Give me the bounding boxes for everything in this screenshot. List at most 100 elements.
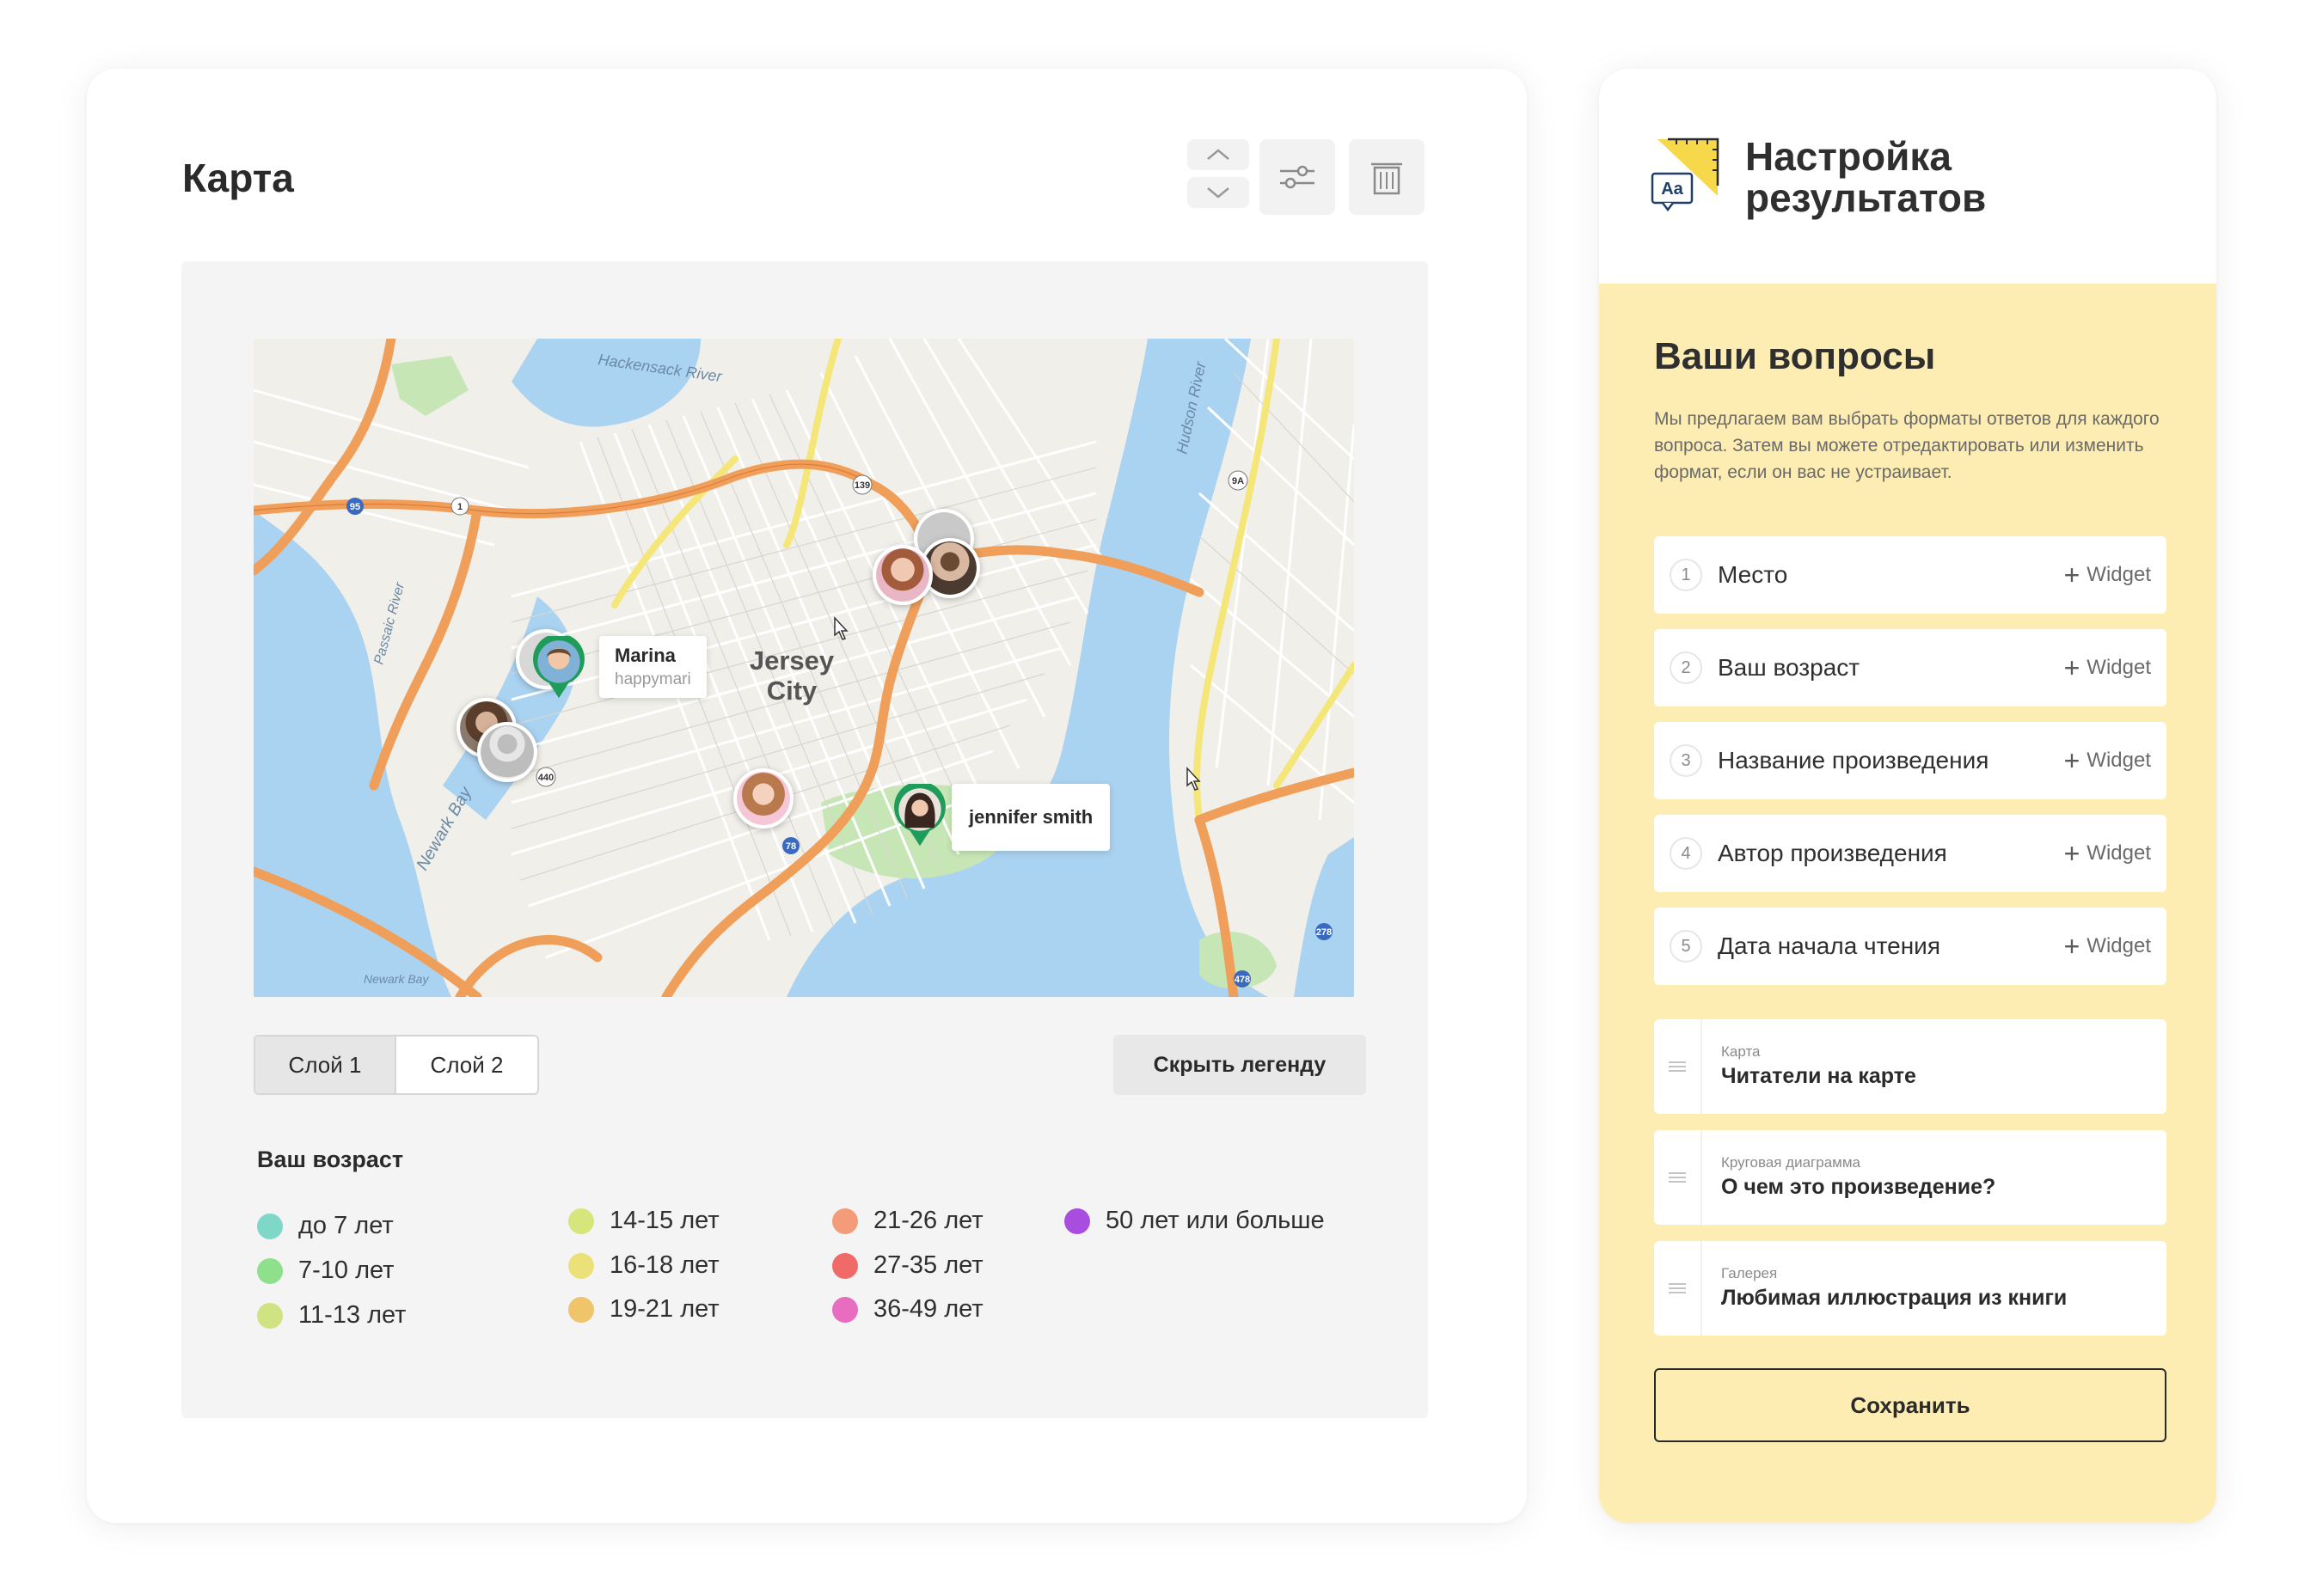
card-title: Карта (182, 156, 294, 200)
question-number: 2 (1670, 651, 1702, 684)
question-number: 4 (1670, 837, 1702, 870)
chevron-up-icon (1207, 149, 1229, 160)
legend-item: 19-21 лет (568, 1295, 720, 1324)
hide-legend-button[interactable]: Скрыть легенду (1113, 1035, 1366, 1095)
plus-icon: + (2063, 745, 2080, 776)
map-view[interactable]: Hackensack River Hudson River Passaic Ri… (254, 339, 1354, 997)
legend-title: Ваш возраст (257, 1147, 404, 1172)
trash-icon (1371, 162, 1402, 195)
question-item[interactable]: 3 Название произведения + Widget (1654, 722, 2166, 799)
legend-item: 36-49 лет (832, 1295, 983, 1324)
pin-label-marina: Marina happymari (599, 636, 707, 698)
drag-handle-icon (1669, 1283, 1686, 1293)
legend-item: 21-26 лет (832, 1207, 983, 1235)
legend-item: 14-15 лет (568, 1207, 720, 1235)
question-item[interactable]: 1 Место + Widget (1654, 536, 2166, 614)
legend-item: 16-18 лет (568, 1251, 720, 1280)
svg-text:278: 278 (1316, 927, 1332, 938)
map-avatar-marker[interactable] (733, 768, 794, 829)
sliders-icon (1280, 165, 1314, 189)
svg-text:Aa: Aa (1661, 180, 1683, 199)
legend-item: 7-10 лет (257, 1257, 394, 1285)
svg-text:78: 78 (786, 841, 796, 852)
svg-text:478: 478 (1235, 975, 1250, 985)
layer-1-tab[interactable]: Слой 1 (255, 1036, 396, 1093)
legend-item: до 7 лет (257, 1212, 394, 1240)
save-button[interactable]: Сохранить (1654, 1368, 2166, 1442)
typography-logo-icon: Aa (1651, 138, 1719, 212)
svg-text:Newark Bay: Newark Bay (364, 972, 429, 986)
section-description: Мы предлагаем вам выбрать форматы ответо… (1654, 409, 2160, 482)
move-up-button[interactable] (1187, 139, 1249, 170)
legend-dot (832, 1208, 858, 1234)
question-label: Название произведения (1718, 747, 1989, 774)
widget-item[interactable]: Карта Читатели на карте (1654, 1019, 2166, 1114)
layer-switcher: Слой 1 Слой 2 (254, 1035, 539, 1095)
map-pin-marina[interactable] (527, 636, 591, 700)
svg-text:1: 1 (457, 502, 463, 512)
drag-handle-icon (1669, 1061, 1686, 1072)
map-avatar-marker[interactable] (873, 545, 933, 605)
legend-dot (568, 1296, 594, 1323)
question-item[interactable]: 4 Автор произведения + Widget (1654, 815, 2166, 892)
question-number: 1 (1670, 559, 1702, 591)
drag-handle[interactable] (1654, 1019, 1702, 1114)
delete-button[interactable] (1349, 139, 1425, 215)
svg-text:9A: 9A (1232, 476, 1244, 486)
add-widget-button[interactable]: + Widget (2064, 561, 2151, 589)
add-widget-button[interactable]: + Widget (2064, 654, 2151, 682)
map-panel: Hackensack River Hudson River Passaic Ri… (181, 261, 1428, 1418)
widget-title: Читатели на карте (1721, 1064, 1916, 1088)
legend-dot (257, 1257, 283, 1284)
question-label: Автор произведения (1718, 840, 1947, 866)
widget-type: Карта (1721, 1043, 1761, 1060)
results-settings-panel: Aa Настройка результатов Ваши вопросы Мы… (1599, 69, 2216, 1523)
plus-icon: + (2063, 931, 2080, 962)
legend-dot (832, 1296, 858, 1323)
legend-dot (1064, 1208, 1090, 1234)
move-down-button[interactable] (1187, 177, 1249, 208)
drag-handle[interactable] (1654, 1241, 1702, 1336)
legend-dot (257, 1213, 283, 1239)
drag-handle-icon (1669, 1172, 1686, 1183)
map-avatar-marker[interactable] (477, 722, 537, 782)
svg-text:95: 95 (350, 502, 360, 512)
widget-type: Круговая диаграмма (1721, 1154, 1860, 1171)
svg-text:City: City (767, 676, 818, 706)
add-widget-button[interactable]: + Widget (2064, 933, 2151, 960)
section-title: Ваши вопросы (1654, 335, 1936, 377)
add-widget-button[interactable]: + Widget (2064, 840, 2151, 867)
plus-icon: + (2063, 838, 2080, 869)
svg-text:440: 440 (538, 773, 554, 783)
add-widget-button[interactable]: + Widget (2064, 747, 2151, 774)
legend-item: 11-13 лет (257, 1301, 406, 1330)
widget-type: Галерея (1721, 1265, 1778, 1281)
question-item[interactable]: 2 Ваш возраст + Widget (1654, 629, 2166, 706)
widget-item[interactable]: Круговая диаграмма О чем это произведени… (1654, 1130, 2166, 1225)
layer-2-tab[interactable]: Слой 2 (396, 1036, 537, 1093)
question-item[interactable]: 5 Дата начала чтения + Widget (1654, 908, 2166, 985)
widget-title: Любимая иллюстрация из книги (1721, 1286, 2068, 1310)
panel-header: Aa Настройка результатов (1599, 69, 2216, 284)
widget-item[interactable]: Галерея Любимая иллюстрация из книги (1654, 1241, 2166, 1336)
chevron-down-icon (1207, 187, 1229, 199)
question-label: Ваш возраст (1718, 654, 1860, 681)
svg-text:Jersey: Jersey (750, 645, 835, 676)
plus-icon: + (2063, 560, 2080, 590)
svg-text:139: 139 (855, 480, 870, 491)
legend-item: 27-35 лет (832, 1251, 983, 1280)
plus-icon: + (2063, 652, 2080, 683)
legend-dot (832, 1252, 858, 1279)
legend-dot (568, 1208, 594, 1234)
question-label: Дата начала чтения (1718, 933, 1940, 959)
question-number: 5 (1670, 930, 1702, 963)
map-widget-card: Карта Hackensack River Hudson River Pass… (87, 69, 1527, 1523)
map-pin-jennifer[interactable] (888, 784, 952, 847)
question-number: 3 (1670, 744, 1702, 777)
legend-item: 50 лет или больше (1064, 1207, 1325, 1235)
legend-dot (568, 1252, 594, 1279)
question-label: Место (1718, 561, 1788, 588)
settings-button[interactable] (1259, 139, 1335, 215)
legend-dot (257, 1302, 283, 1329)
drag-handle[interactable] (1654, 1130, 1702, 1225)
